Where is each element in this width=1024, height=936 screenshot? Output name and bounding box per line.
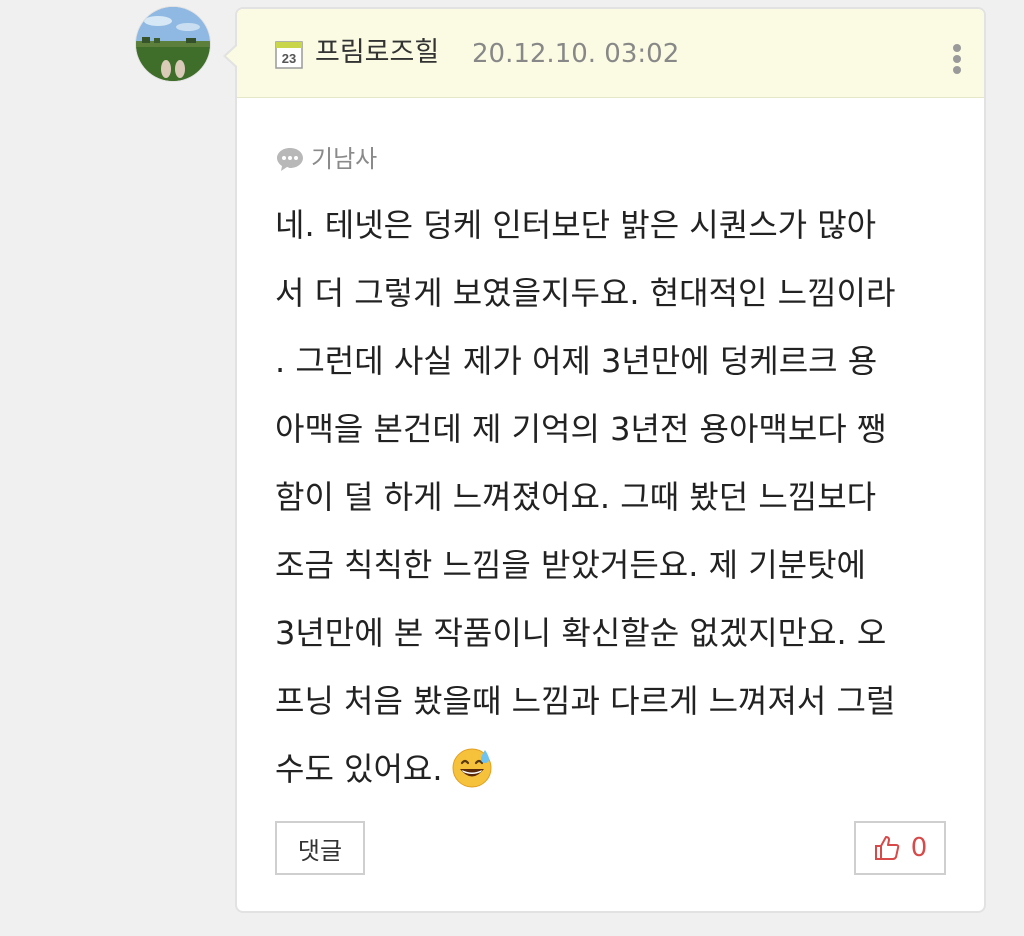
- speech-bubble-icon: [277, 148, 303, 171]
- comment-line: 함이 덜 하게 느껴졌어요. 그때 봤던 느낌보다: [275, 478, 877, 516]
- comment-page: 23 프림로즈힐 20.12.10. 03:02 기남사 네. 테넷은 덩케 인…: [0, 0, 1024, 936]
- comment-line: 3년만에 본 작품이니 확신할순 없겠지만요. 오: [275, 614, 887, 652]
- comment-last-line: 수도 있어요.: [275, 735, 955, 803]
- comment-line: 아맥을 본건데 제 기억의 3년전 용아맥보다 쨍: [275, 410, 887, 448]
- reply-button[interactable]: 댓글: [275, 821, 365, 875]
- comment-date: 20.12.10. 03:02: [472, 39, 680, 69]
- reply-to: 기남사: [275, 143, 377, 175]
- more-vertical-icon[interactable]: [952, 43, 962, 75]
- avatar-landscape-image: [136, 7, 210, 81]
- comment-line: 서 더 그렇게 보였을지두요. 현대적인 느낌이라: [275, 274, 896, 312]
- calendar-icon: 23: [275, 41, 303, 69]
- avatar[interactable]: [136, 7, 210, 81]
- comment-header: 23 프림로즈힐 20.12.10. 03:02: [237, 9, 984, 98]
- comment-line: 조금 칙칙한 느낌을 받았거든요. 제 기분탓에: [275, 546, 866, 584]
- comment-body: 네. 테넷은 덩케 인터보단 밝은 시퀀스가 많아 서 더 그렇게 보였을지두요…: [275, 191, 955, 803]
- comment-line: 수도 있어요.: [275, 750, 443, 788]
- comment-card: 23 프림로즈힐 20.12.10. 03:02 기남사 네. 테넷은 덩케 인…: [223, 7, 986, 913]
- thumbs-up-icon: [874, 836, 899, 860]
- grinning-face-with-sweat-icon: [452, 748, 492, 788]
- reply-to-name[interactable]: 기남사: [311, 144, 377, 174]
- calendar-icon-text: 23: [282, 51, 296, 66]
- comment-line: 프닝 처음 봤을때 느낌과 다르게 느껴져서 그럴: [275, 682, 896, 720]
- like-count: 0: [910, 833, 928, 863]
- comment-line: 네. 테넷은 덩케 인터보단 밝은 시퀀스가 많아: [275, 206, 877, 244]
- comment-author[interactable]: 프림로즈힐: [315, 35, 439, 71]
- like-button[interactable]: 0: [854, 821, 946, 875]
- comment-line: . 그런데 사실 제가 어제 3년만에 덩케르크 용: [275, 342, 878, 380]
